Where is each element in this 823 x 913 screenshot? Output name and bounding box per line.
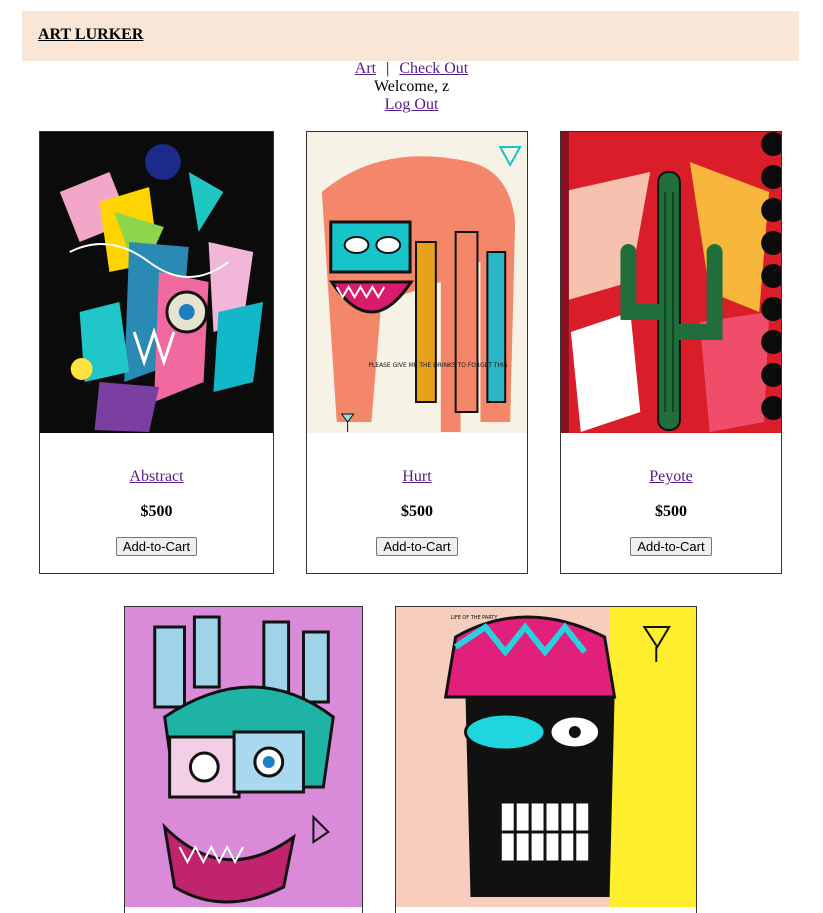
product-card-5: LIFE OF THE PARTY (395, 606, 697, 913)
hurt-caption: PLEASE GIVE ME THE DRINKS TO FORGET THIS (368, 362, 507, 369)
art-link[interactable]: Art (355, 60, 376, 77)
artwork-hurt[interactable]: PLEASE GIVE ME THE DRINKS TO FORGET THIS (307, 132, 527, 433)
product-card-4 (124, 606, 363, 913)
artwork-peyote[interactable] (561, 132, 781, 433)
product-title-peyote[interactable]: Peyote (649, 468, 693, 485)
add-to-cart-button-peyote[interactable]: Add-to-Cart (630, 537, 712, 556)
artwork-abstract[interactable] (40, 132, 273, 433)
product-title-hurt[interactable]: Hurt (402, 468, 431, 485)
brand-link[interactable]: ART LURKER (38, 26, 143, 44)
top-nav: Art | Check Out Welcome, z Log Out (0, 60, 823, 114)
product-card-peyote: Peyote $500 Add-to-Cart (560, 131, 782, 574)
product-title-abstract[interactable]: Abstract (129, 468, 183, 485)
welcome-text: Welcome, z (373, 78, 450, 95)
product-price-abstract: $500 (140, 503, 173, 520)
artwork-5[interactable]: LIFE OF THE PARTY (396, 607, 696, 907)
product-card-abstract: Abstract $500 Add-to-Cart (39, 131, 274, 574)
artwork-4[interactable] (125, 607, 362, 907)
checkout-link[interactable]: Check Out (399, 60, 468, 77)
add-to-cart-button-abstract[interactable]: Add-to-Cart (115, 537, 198, 556)
product-card-hurt: PLEASE GIVE ME THE DRINKS TO FORGET THIS… (306, 131, 528, 574)
add-to-cart-button-hurt[interactable]: Add-to-Cart (376, 537, 458, 556)
site-header: ART LURKER (22, 11, 799, 61)
nav-separator: | (386, 60, 390, 77)
product-price-hurt: $500 (401, 503, 433, 520)
party-caption: LIFE OF THE PARTY (451, 615, 499, 621)
product-price-peyote: $500 (655, 503, 687, 520)
logout-link[interactable]: Log Out (385, 96, 439, 113)
